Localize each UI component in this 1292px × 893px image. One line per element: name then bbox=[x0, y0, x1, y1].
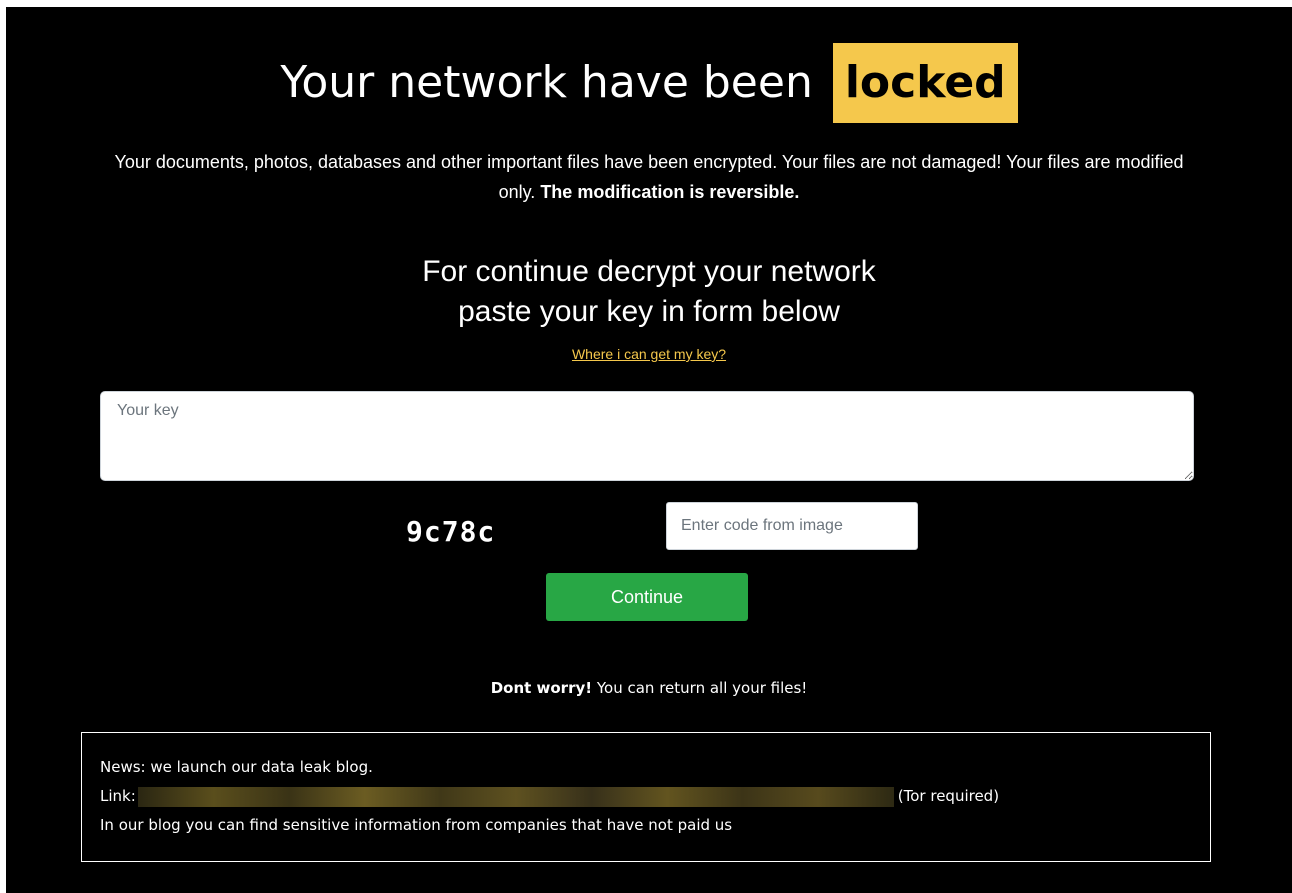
intro-text: Your documents, photos, databases and ot… bbox=[106, 147, 1192, 207]
intro-emphasis: The modification is reversible. bbox=[540, 182, 800, 202]
news-line-3: In our blog you can find sensitive infor… bbox=[100, 816, 733, 834]
key-input[interactable] bbox=[100, 391, 1194, 481]
ransom-page: Your network have been locked Your docum… bbox=[6, 7, 1292, 893]
title-locked-highlight: locked bbox=[832, 43, 1018, 123]
captcha-code-input[interactable] bbox=[666, 502, 918, 550]
reassurance-body: You can return all your files! bbox=[596, 679, 808, 697]
news-box: News: we launch our data leak blog. Link… bbox=[81, 732, 1211, 862]
where-get-key-link[interactable]: Where i can get my key? bbox=[572, 346, 726, 362]
reassurance-bold: Dont worry! bbox=[490, 679, 593, 697]
page-title: Your network have been locked bbox=[6, 43, 1292, 123]
continue-button[interactable]: Continue bbox=[546, 573, 748, 621]
title-prefix: Your network have been bbox=[280, 57, 813, 108]
news-link-suffix: (Tor required) bbox=[897, 787, 1000, 805]
instructions-line-1: For continue decrypt your network bbox=[422, 255, 876, 288]
captcha-image: 9c78c bbox=[406, 515, 496, 548]
instructions-line-2: paste your key in form below bbox=[458, 295, 840, 328]
news-link-label: Link: bbox=[100, 787, 136, 805]
instructions-heading: For continue decrypt your network paste … bbox=[6, 252, 1292, 332]
reassurance-text: Dont worry! You can return all your file… bbox=[6, 676, 1292, 700]
news-line-1: News: we launch our data leak blog. bbox=[100, 758, 373, 776]
help-link-row: Where i can get my key? bbox=[6, 346, 1292, 362]
redacted-link bbox=[137, 786, 894, 807]
news-link-row: Link: (Tor required) bbox=[100, 782, 1192, 811]
